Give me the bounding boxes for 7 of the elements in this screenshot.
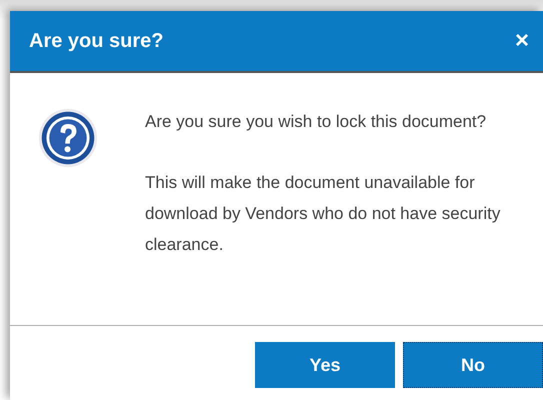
message-text: This will make the document unavailable for download by Vendors who do not have security clearance.: [145, 172, 502, 256]
close-button[interactable]: ×: [510, 27, 533, 55]
no-button[interactable]: No: [403, 342, 543, 388]
dialog-title: Are you sure?: [29, 30, 164, 52]
question-icon: [38, 108, 98, 168]
yes-button[interactable]: Yes: [255, 342, 395, 388]
message-text: Are you sure you wish to lock this document?: [145, 111, 488, 133]
